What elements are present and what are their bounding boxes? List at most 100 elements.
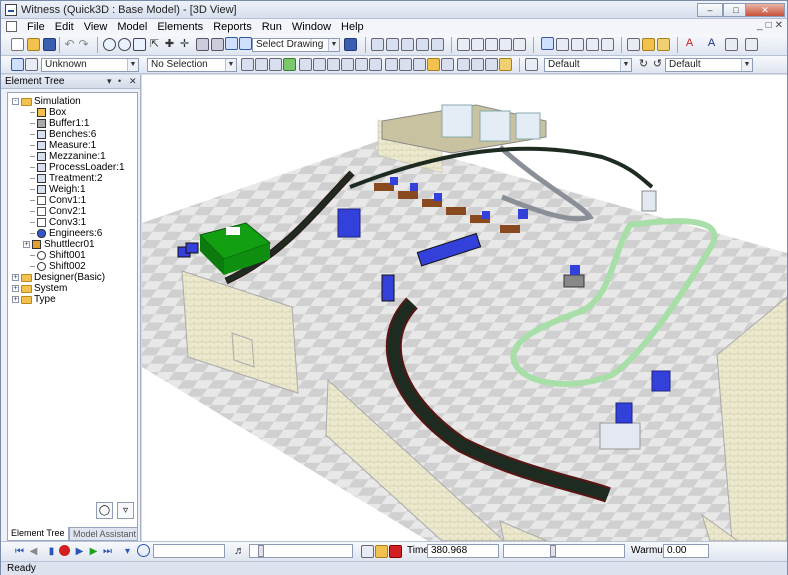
doc-close-icon[interactable]: ✕ [775,20,783,31]
tree-item-mezzanine[interactable]: Mezzanine:1 [30,151,106,162]
tree-item-shuttlecr[interactable]: + Shuttlecr01 [23,239,95,250]
expand-icon[interactable]: + [12,274,19,281]
undo-icon[interactable]: ↶ [63,38,76,51]
tool-q-icon[interactable] [471,58,484,71]
tool-r-icon[interactable] [485,58,498,71]
tool-e-icon[interactable] [299,58,312,71]
menu-edit[interactable]: Edit [50,21,79,33]
new-file-icon[interactable] [11,38,24,51]
3d-scene[interactable] [142,75,787,541]
drawing-save-icon[interactable] [344,38,357,51]
tool-m-icon[interactable] [413,58,426,71]
step-icon[interactable]: ▶ [73,545,86,558]
expand-icon[interactable]: + [12,285,19,292]
tool-l-icon[interactable] [399,58,412,71]
rewind-icon[interactable]: ⏮ [13,545,26,558]
image-icon[interactable] [513,38,526,51]
tree-item-simulation[interactable]: - Simulation [12,96,81,107]
camera-icon[interactable] [556,38,569,51]
menu-file[interactable]: File [22,21,50,33]
tool-h-icon[interactable] [341,58,354,71]
select-tool-icon[interactable] [371,38,384,51]
tree-item-shift002[interactable]: Shift002 [30,261,86,272]
stats-icon[interactable] [375,545,388,558]
speed-slider-thumb[interactable] [258,545,264,557]
run-icon[interactable]: ▶ [87,545,100,558]
run-menu-icon[interactable]: ▾ [121,545,134,558]
align-right-icon[interactable] [416,38,429,51]
rotate-icon[interactable] [571,38,584,51]
tree-item-buffer[interactable]: Buffer1:1 [30,118,89,129]
tool-i-icon[interactable] [355,58,368,71]
locate-button[interactable]: ◯ [96,502,113,519]
props-icon[interactable] [627,38,640,51]
tree-item-shift001[interactable]: Shift001 [30,250,86,261]
style-icon[interactable] [525,58,538,71]
tree-item-system[interactable]: + System [12,283,67,294]
grid-2d-icon[interactable] [225,37,238,50]
tool-a-icon[interactable] [241,58,254,71]
menu-view[interactable]: View [79,21,113,33]
pin-icon[interactable]: • [118,76,121,86]
element-tree[interactable]: - Simulation Box Buffer1:1 Benches:6 Meas… [7,92,138,572]
walk-icon[interactable]: ♬ [233,545,246,558]
font-icon[interactable]: A [705,37,718,50]
tree-item-processloader[interactable]: ProcessLoader:1 [30,162,125,173]
tool-b-icon[interactable] [255,58,268,71]
zoom-prev-icon[interactable]: ⇱ [148,38,161,51]
view-mode-icon[interactable] [541,37,554,50]
speed-slider[interactable] [249,544,353,558]
style-select[interactable]: Default ▼ [544,58,632,72]
tool-n-icon[interactable] [427,58,440,71]
report-button-icon[interactable] [361,545,374,558]
drawing-select[interactable]: Select Drawing ▼ [252,38,340,52]
dropdown-icon[interactable]: ▾ [107,76,112,87]
layer-select[interactable]: Default ▼ [665,58,753,72]
zoom-in-icon[interactable] [103,38,116,51]
tree-item-designer[interactable]: + Designer(Basic) [12,272,105,283]
report-icon[interactable] [457,38,470,51]
tool-g-icon[interactable] [327,58,340,71]
text-color-icon[interactable]: A [683,37,696,50]
menu-model[interactable]: Model [112,21,152,33]
alert-icon[interactable] [389,545,402,558]
doc-restore-icon[interactable]: □ [766,20,772,31]
menu-reports[interactable]: Reports [208,21,257,33]
fly-icon[interactable] [601,38,614,51]
time-slider-thumb[interactable] [550,545,556,557]
expand-icon[interactable]: + [23,241,30,248]
minimize-button[interactable]: – [697,3,723,17]
pointer-icon[interactable] [11,58,24,71]
clock-icon[interactable] [137,544,150,557]
lock-icon[interactable] [657,38,670,51]
collapse-icon[interactable]: - [12,98,19,105]
folder-icon[interactable] [642,38,655,51]
fast-forward-icon[interactable]: ⏭ [101,545,114,558]
move-icon[interactable]: ✛ [178,38,191,51]
menu-run[interactable]: Run [257,21,287,33]
stop-icon[interactable] [59,545,70,556]
align-left-icon[interactable] [386,38,399,51]
tree-item-box[interactable]: Box [30,107,66,118]
tab-element-tree[interactable]: Element Tree [7,527,69,541]
tree-item-weigh[interactable]: Weigh:1 [30,184,86,195]
doc-minimize-icon[interactable]: _ [757,20,763,31]
tool-j-icon[interactable] [369,58,382,71]
tool-f-icon[interactable] [313,58,326,71]
tree-item-engineers[interactable]: Engineers:6 [30,228,102,239]
close-icon[interactable]: ✕ [129,76,137,87]
pause-icon[interactable]: ▮ [45,545,58,558]
tool-o-icon[interactable] [441,58,454,71]
step-back-icon[interactable]: ◀ [27,545,40,558]
distribute-icon[interactable] [431,38,444,51]
element-type-icon[interactable] [25,58,38,71]
tree-item-conv2[interactable]: Conv2:1 [30,206,86,217]
redo-icon[interactable]: ↷ [77,38,90,51]
chart-icon[interactable] [499,38,512,51]
tree-item-type[interactable]: + Type [12,294,56,305]
line-color-icon[interactable] [725,38,738,51]
orbit-icon[interactable] [586,38,599,51]
links-icon[interactable] [211,38,224,51]
chevron-down-icon[interactable]: ▼ [225,59,236,71]
menu-help[interactable]: Help [336,21,369,33]
